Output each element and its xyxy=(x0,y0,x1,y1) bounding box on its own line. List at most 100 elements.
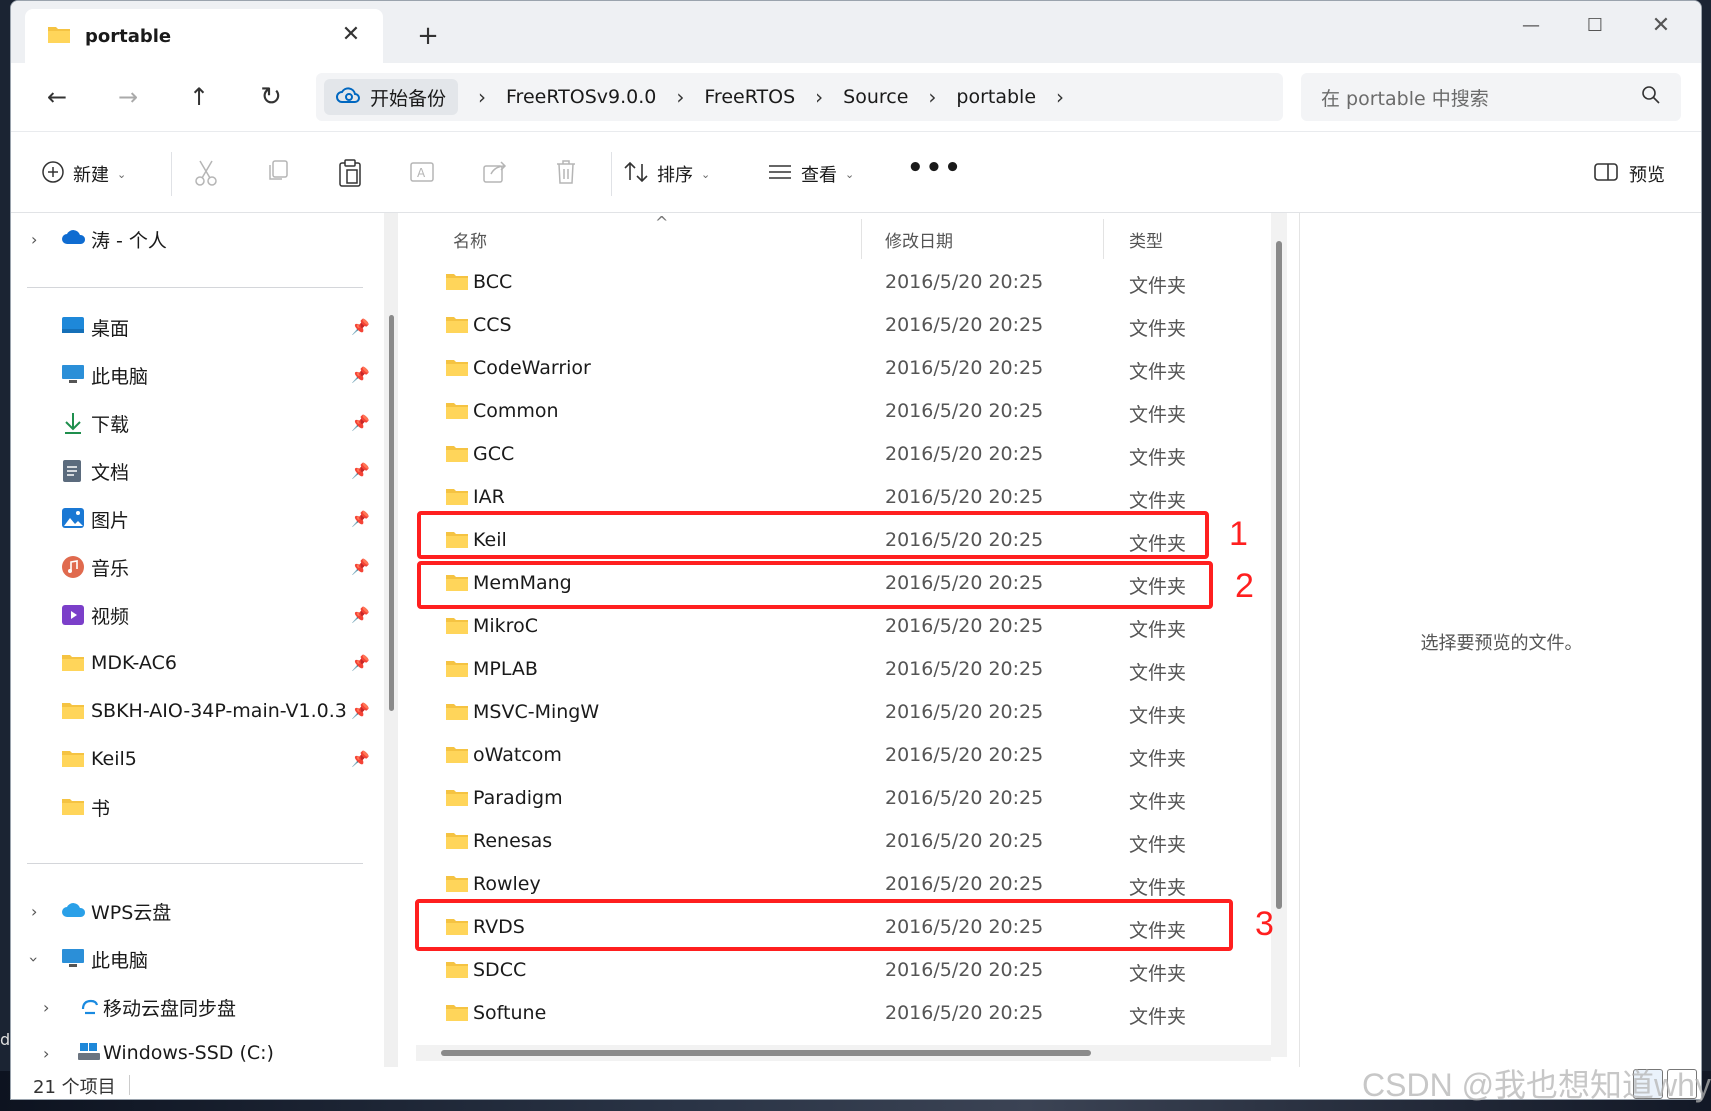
minimize-button[interactable]: — xyxy=(1501,9,1561,43)
breadcrumb-item[interactable]: Source xyxy=(843,86,908,108)
up-arrow-icon[interactable]: ↑ xyxy=(179,77,219,117)
preview-pane-button[interactable]: 预览 xyxy=(1593,154,1665,194)
column-divider[interactable] xyxy=(861,219,862,259)
file-modified-date: 2016/5/20 20:25 xyxy=(885,357,1044,379)
address-bar[interactable]: 开始备份 › FreeRTOSv9.0.0 › FreeRTOS › Sourc… xyxy=(316,73,1283,121)
table-row[interactable]: CCS 2016/5/20 20:25 文件夹 xyxy=(427,304,1247,347)
refresh-icon[interactable]: ↻ xyxy=(251,77,291,117)
sidebar-item-this-pc[interactable]: 此电脑 📌 xyxy=(11,355,383,395)
sidebar-item-pictures[interactable]: 图片 📌 xyxy=(11,499,383,539)
column-header-type[interactable]: 类型 xyxy=(1129,219,1163,259)
sidebar-item-documents[interactable]: 文档 📌 xyxy=(11,451,383,491)
folder-icon xyxy=(61,748,85,772)
search-icon[interactable] xyxy=(1641,85,1661,109)
breadcrumb-separator[interactable]: › xyxy=(1056,85,1064,109)
backup-button[interactable]: 开始备份 xyxy=(324,79,459,115)
cut-icon[interactable] xyxy=(193,158,227,192)
new-tab-button[interactable]: + xyxy=(413,21,443,51)
pin-icon[interactable]: 📌 xyxy=(351,558,370,576)
view-button[interactable]: 查看 ⌄ xyxy=(767,154,854,194)
sidebar-item-keil5[interactable]: Keil5 📌 xyxy=(11,739,383,779)
pin-icon[interactable]: 📌 xyxy=(351,606,370,624)
sidebar-item-onedrive[interactable]: › 涛 - 个人 xyxy=(11,219,383,259)
breadcrumb-separator[interactable]: › xyxy=(676,85,684,109)
annotation-box-rvds xyxy=(415,899,1233,951)
more-options-icon[interactable]: ••• xyxy=(907,148,963,188)
pin-icon[interactable]: 📌 xyxy=(351,462,370,480)
column-divider[interactable] xyxy=(1103,219,1104,259)
sidebar-item-cloud-sync[interactable]: › 移动云盘同步盘 xyxy=(11,987,383,1027)
breadcrumb-item[interactable]: FreeRTOSv9.0.0 xyxy=(506,86,656,108)
column-header-modified[interactable]: 修改日期 xyxy=(885,219,953,259)
paste-icon[interactable] xyxy=(337,158,371,192)
chevron-right-icon[interactable]: › xyxy=(43,998,49,1017)
back-arrow-icon[interactable]: ← xyxy=(37,77,77,117)
new-button[interactable]: 新建 ⌄ xyxy=(41,154,126,194)
column-header-name[interactable]: 名称 xyxy=(453,219,487,259)
pin-icon[interactable]: 📌 xyxy=(351,318,370,336)
maximize-button[interactable]: ☐ xyxy=(1565,9,1625,43)
search-input[interactable]: 在 portable 中搜索 xyxy=(1301,73,1681,121)
pin-icon[interactable]: 📌 xyxy=(351,750,370,768)
sidebar-item-this-pc-tree[interactable]: › 此电脑 xyxy=(11,939,383,979)
sidebar-item-wps[interactable]: › WPS云盘 xyxy=(11,891,383,931)
drive-icon xyxy=(77,1041,101,1065)
sidebar-item-downloads[interactable]: 下载 📌 xyxy=(11,403,383,443)
sort-arrows-icon xyxy=(623,160,649,189)
chevron-right-icon[interactable]: › xyxy=(31,230,37,249)
table-row[interactable]: oWatcom 2016/5/20 20:25 文件夹 xyxy=(427,734,1247,777)
file-type: 文件夹 xyxy=(1129,619,1187,641)
forward-arrow-icon[interactable]: → xyxy=(108,77,148,117)
file-type: 文件夹 xyxy=(1129,490,1187,512)
breadcrumb-separator[interactable]: › xyxy=(928,85,936,109)
table-row[interactable]: BCC 2016/5/20 20:25 文件夹 xyxy=(427,261,1247,304)
sort-button[interactable]: 排序 ⌄ xyxy=(623,154,710,194)
pin-icon[interactable]: 📌 xyxy=(351,702,370,720)
sidebar-item-sbkh[interactable]: SBKH-AIO-34P-main-V1.0.3 📌 xyxy=(11,691,383,731)
file-list-vertical-thumb[interactable] xyxy=(1276,241,1282,909)
sidebar-item-label: SBKH-AIO-34P-main-V1.0.3 xyxy=(91,700,347,722)
breadcrumb-item[interactable]: portable xyxy=(956,86,1036,108)
chevron-down-icon[interactable]: › xyxy=(25,956,44,962)
sidebar-item-videos[interactable]: 视频 📌 xyxy=(11,595,383,635)
sidebar-item-music[interactable]: 音乐 📌 xyxy=(11,547,383,587)
sidebar-item-label: WPS云盘 xyxy=(91,901,172,924)
table-row[interactable]: GCC 2016/5/20 20:25 文件夹 xyxy=(427,433,1247,476)
copy-icon[interactable] xyxy=(265,158,299,192)
share-icon[interactable] xyxy=(481,158,515,192)
close-window-button[interactable]: ✕ xyxy=(1631,9,1691,43)
delete-icon[interactable] xyxy=(553,158,587,192)
folder-icon xyxy=(445,400,469,425)
table-row[interactable]: SDCC 2016/5/20 20:25 文件夹 xyxy=(427,949,1247,992)
file-type: 文件夹 xyxy=(1129,404,1187,426)
chevron-right-icon[interactable]: › xyxy=(31,902,37,921)
table-row[interactable]: Common 2016/5/20 20:25 文件夹 xyxy=(427,390,1247,433)
chevron-right-icon[interactable]: › xyxy=(43,1044,49,1063)
table-row[interactable]: MSVC-MingW 2016/5/20 20:25 文件夹 xyxy=(427,691,1247,734)
folder-icon xyxy=(445,615,469,640)
pin-icon[interactable]: 📌 xyxy=(351,654,370,672)
tab-portable[interactable]: portable ✕ xyxy=(25,9,383,63)
table-row[interactable]: CodeWarrior 2016/5/20 20:25 文件夹 xyxy=(427,347,1247,390)
breadcrumb-separator[interactable]: › xyxy=(815,85,823,109)
table-row[interactable]: Paradigm 2016/5/20 20:25 文件夹 xyxy=(427,777,1247,820)
breadcrumb-separator[interactable]: › xyxy=(478,85,486,109)
table-row[interactable]: Renesas 2016/5/20 20:25 文件夹 xyxy=(427,820,1247,863)
table-row[interactable]: MPLAB 2016/5/20 20:25 文件夹 xyxy=(427,648,1247,691)
sidebar-item-desktop[interactable]: 桌面 📌 xyxy=(11,307,383,347)
sidebar-item-mdk-ac6[interactable]: MDK-AC6 📌 xyxy=(11,643,383,683)
tab-close-icon[interactable]: ✕ xyxy=(337,21,365,49)
pin-icon[interactable]: 📌 xyxy=(351,414,370,432)
sidebar-item-book[interactable]: 书 xyxy=(11,787,383,827)
rename-icon[interactable]: A xyxy=(409,158,443,192)
table-row[interactable]: Softune 2016/5/20 20:25 文件夹 xyxy=(427,992,1247,1035)
pin-icon[interactable]: 📌 xyxy=(351,366,370,384)
file-list-horizontal-thumb[interactable] xyxy=(441,1050,1091,1056)
breadcrumb-item[interactable]: FreeRTOS xyxy=(704,86,795,108)
sidebar-scrollbar-thumb[interactable] xyxy=(389,315,394,711)
table-row[interactable]: MikroC 2016/5/20 20:25 文件夹 xyxy=(427,605,1247,648)
view-label: 查看 xyxy=(801,165,837,186)
sidebar-item-label: Keil5 xyxy=(91,748,137,770)
folder-icon xyxy=(445,1002,469,1027)
pin-icon[interactable]: 📌 xyxy=(351,510,370,528)
